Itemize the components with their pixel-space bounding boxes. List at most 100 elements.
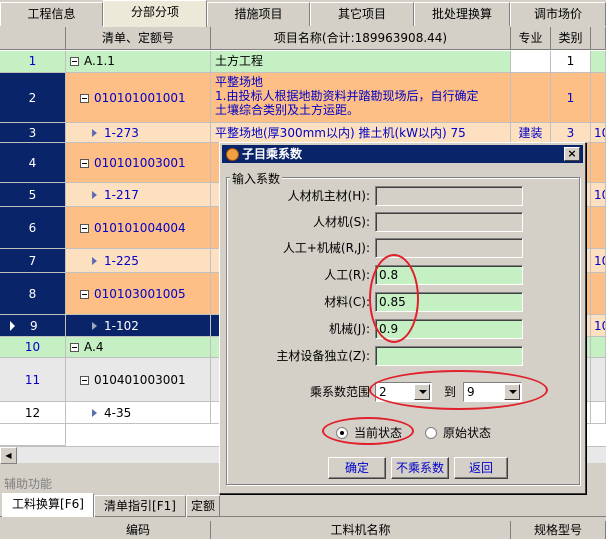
current-row-indicator-icon <box>10 321 15 331</box>
radio-original-state[interactable]: 原始状态 <box>425 425 491 441</box>
row-code[interactable]: 1-102 <box>66 315 211 337</box>
row-number[interactable]: 10 <box>0 337 66 358</box>
label-main-equipment: 主材设备独立(Z): <box>276 349 370 363</box>
coef-input-labor-material-machine[interactable] <box>375 212 523 232</box>
chevron-down-icon[interactable] <box>504 384 520 400</box>
row-number[interactable]: 5 <box>0 183 66 207</box>
tab-quota[interactable]: 定额 <box>186 495 220 517</box>
range-label: 乘系数范围 <box>309 385 370 399</box>
radio-current-state[interactable]: 当前状态 <box>336 425 402 441</box>
row-number[interactable]: 9 <box>0 315 66 337</box>
row-code[interactable]: A.4 <box>66 337 211 358</box>
row-name[interactable]: 土方工程 <box>211 51 511 73</box>
col-header-name[interactable]: 项目名称(合计:189963908.44) <box>211 27 511 50</box>
row-major[interactable]: 建装 <box>511 123 551 143</box>
range-to-label: 到 <box>443 385 456 399</box>
collapse-icon[interactable] <box>80 94 89 103</box>
row-extra[interactable]: 10 <box>591 183 606 207</box>
row-number[interactable]: 11 <box>0 358 66 402</box>
collapse-icon[interactable] <box>80 376 89 385</box>
row-extra[interactable]: 10 <box>591 249 606 273</box>
row-code[interactable]: A.1.1 <box>66 51 211 73</box>
row-extra[interactable] <box>591 273 606 315</box>
row-number[interactable]: 4 <box>0 143 66 183</box>
collapse-icon[interactable] <box>80 159 89 168</box>
row-number[interactable]: 1 <box>0 51 66 73</box>
tab-measures[interactable]: 措施项目 <box>207 2 310 26</box>
aux-col-name[interactable]: 工料机名称 <box>211 521 511 539</box>
coef-input-material[interactable]: 0.85 <box>375 292 523 312</box>
row-code[interactable]: 010101003001 <box>66 143 211 183</box>
label-labor-machine: 人工+机械(R,J): <box>282 241 370 255</box>
row-code[interactable]: 010401003001 <box>66 358 211 402</box>
collapse-icon[interactable] <box>70 343 79 352</box>
back-button[interactable]: 返回 <box>454 457 508 479</box>
row-name[interactable]: 平整场地 1.由投标人根据地勘资料并踏勘现场后，自行确定 土壤综合类别及土方运距… <box>211 73 511 123</box>
row-code[interactable]: 010103001005 <box>66 273 211 315</box>
coef-input-labor[interactable]: 0.8 <box>375 265 523 285</box>
row-category[interactable]: 1 <box>551 73 591 123</box>
row-extra[interactable] <box>591 143 606 183</box>
row-code[interactable]: 4-35 <box>66 402 211 424</box>
tab-batch-conversion[interactable]: 批处理换算 <box>414 2 510 26</box>
col-header-major[interactable]: 专业 <box>511 27 551 50</box>
collapse-icon[interactable] <box>80 224 89 233</box>
row-code[interactable]: 010101001001 <box>66 73 211 123</box>
close-icon[interactable]: × <box>564 147 580 161</box>
row-extra[interactable] <box>591 51 606 73</box>
range-to-select[interactable]: 9 <box>463 382 522 402</box>
row-code[interactable]: 010101004004 <box>66 207 211 249</box>
tab-market-price[interactable]: 调市场价 <box>510 2 606 26</box>
row-name[interactable]: 平整场地(厚300mm以内) 推土机(kW以内) 75 <box>211 123 511 143</box>
row-number[interactable]: 2 <box>0 73 66 123</box>
multiply-coefficient-dialog: 子目乘系数 × 输入系数 人材机主材(H): 人材机(S): 人工+机械(R,J… <box>219 142 586 494</box>
chevron-down-icon[interactable] <box>414 384 430 400</box>
col-header-extra[interactable] <box>591 27 606 50</box>
range-from-select[interactable]: 2 <box>375 382 432 402</box>
coef-input-labor-machine[interactable] <box>375 238 523 258</box>
aux-col-spec[interactable]: 规格型号 <box>511 521 606 539</box>
row-category[interactable]: 3 <box>551 123 591 143</box>
row-extra[interactable]: 10 <box>591 123 606 143</box>
row-number[interactable]: 12 <box>0 402 66 424</box>
row-number[interactable]: 7 <box>0 249 66 273</box>
row-code[interactable]: 1-225 <box>66 249 211 273</box>
dialog-title-bar[interactable]: 子目乘系数 × <box>222 145 583 163</box>
tab-bill-guide[interactable]: 清单指引[F1] <box>94 495 186 517</box>
collapse-icon[interactable] <box>80 290 89 299</box>
row-extra[interactable] <box>591 358 606 402</box>
row-extra[interactable] <box>591 337 606 358</box>
row-code[interactable]: 1-273 <box>66 123 211 143</box>
module-tab-bar: 工程信息 分部分项 措施项目 其它项目 批处理换算 调市场价 <box>0 0 606 27</box>
coef-input-all-main[interactable] <box>375 186 523 206</box>
item-arrow-icon <box>92 257 97 265</box>
row-number[interactable]: 3 <box>0 123 66 143</box>
no-coefficient-button[interactable]: 不乘系数 <box>391 457 449 479</box>
row-extra[interactable]: 10 <box>591 315 606 337</box>
col-header-code[interactable]: 清单、定额号 <box>66 27 211 50</box>
tab-other-items[interactable]: 其它项目 <box>310 2 414 26</box>
ok-button[interactable]: 确定 <box>328 457 386 479</box>
radio-unchecked-icon <box>425 427 437 439</box>
row-code[interactable]: 1-217 <box>66 183 211 207</box>
row-major[interactable] <box>511 73 551 123</box>
row-number[interactable]: 8 <box>0 273 66 315</box>
aux-col-code[interactable]: 编码 <box>66 521 211 539</box>
row-number[interactable]: 6 <box>0 207 66 249</box>
label-material: 材料(C): <box>324 295 370 309</box>
tab-material-conversion[interactable]: 工料换算[F6] <box>2 493 94 517</box>
scroll-left-icon[interactable]: ◀ <box>0 447 17 464</box>
empty-row <box>0 424 66 446</box>
row-extra[interactable] <box>591 402 606 424</box>
row-extra[interactable] <box>591 207 606 249</box>
row-extra[interactable] <box>591 73 606 123</box>
row-category[interactable]: 1 <box>551 51 591 73</box>
tab-project-info[interactable]: 工程信息 <box>0 2 103 26</box>
coef-input-main-equipment[interactable] <box>375 346 523 366</box>
radio-checked-icon <box>336 427 348 439</box>
row-major[interactable] <box>511 51 551 73</box>
tab-subdivision-items[interactable]: 分部分项 <box>103 0 207 27</box>
col-header-category[interactable]: 类别 <box>551 27 591 50</box>
collapse-icon[interactable] <box>70 57 79 66</box>
coef-input-machine[interactable]: 0.9 <box>375 319 523 339</box>
